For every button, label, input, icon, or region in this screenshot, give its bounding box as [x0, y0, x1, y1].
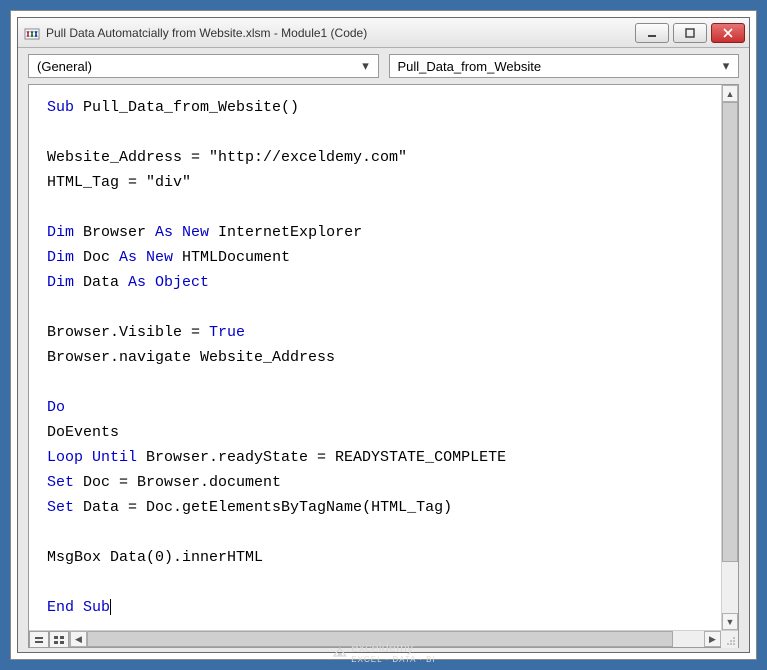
code-panel: Sub Pull_Data_from_Website() Website_Add… — [28, 84, 739, 648]
object-dropdown-value: (General) — [37, 59, 358, 74]
vscroll-thumb[interactable] — [722, 102, 738, 562]
outer-frame: Pull Data Automatcially from Website.xls… — [10, 10, 757, 660]
titlebar[interactable]: Pull Data Automatcially from Website.xls… — [18, 18, 749, 48]
minimize-button[interactable] — [635, 23, 669, 43]
full-module-view-button[interactable] — [49, 631, 69, 648]
text-cursor — [110, 599, 111, 615]
maximize-button[interactable] — [673, 23, 707, 43]
window-buttons — [635, 23, 745, 43]
chevron-down-icon: ▾ — [358, 58, 374, 74]
scroll-down-button[interactable]: ▼ — [722, 613, 738, 630]
procedure-dropdown-value: Pull_Data_from_Website — [398, 59, 719, 74]
resize-grip[interactable] — [721, 631, 738, 648]
scroll-right-button[interactable]: ▶ — [704, 631, 721, 647]
code-area: Sub Pull_Data_from_Website() Website_Add… — [29, 85, 738, 630]
vba-module-icon — [24, 25, 40, 41]
object-dropdown[interactable]: (General) ▾ — [28, 54, 379, 78]
chevron-down-icon: ▾ — [718, 58, 734, 74]
procedure-view-button[interactable] — [29, 631, 49, 648]
hscroll-thumb[interactable] — [87, 631, 673, 647]
bottom-bar: ◀ ▶ — [29, 630, 738, 647]
code-editor[interactable]: Sub Pull_Data_from_Website() Website_Add… — [29, 85, 721, 630]
horizontal-scrollbar[interactable]: ◀ ▶ — [70, 631, 721, 647]
scroll-up-button[interactable]: ▲ — [722, 85, 738, 102]
view-mode-buttons — [29, 631, 70, 647]
window-title: Pull Data Automatcially from Website.xls… — [46, 26, 635, 40]
vertical-scrollbar[interactable]: ▲ ▼ — [721, 85, 738, 630]
hscroll-track[interactable] — [87, 631, 704, 647]
close-button[interactable] — [711, 23, 745, 43]
procedure-dropdown[interactable]: Pull_Data_from_Website ▾ — [389, 54, 740, 78]
dropdown-row: (General) ▾ Pull_Data_from_Website ▾ — [18, 48, 749, 82]
vscroll-track[interactable] — [722, 102, 738, 613]
scroll-left-button[interactable]: ◀ — [70, 631, 87, 647]
code-window: Pull Data Automatcially from Website.xls… — [17, 17, 750, 653]
